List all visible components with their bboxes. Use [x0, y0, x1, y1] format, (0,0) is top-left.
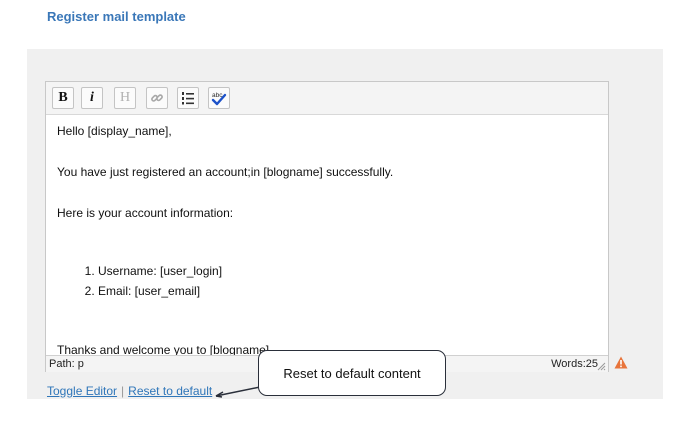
reset-to-default-link[interactable]: Reset to default	[128, 384, 212, 398]
callout-annotation: Reset to default content	[258, 350, 446, 396]
editor-toolbar: B i H abc	[46, 82, 608, 115]
element-path: Path: p	[49, 358, 84, 370]
list-item: Username: [user_login]	[98, 264, 222, 284]
heading-button[interactable]: H	[114, 87, 136, 109]
heading-icon: H	[119, 90, 131, 105]
italic-button[interactable]: i	[81, 87, 103, 109]
link-button[interactable]	[146, 87, 168, 109]
section-title: Register mail template	[47, 9, 186, 24]
editor-content[interactable]: Hello [display_name], You have just regi…	[46, 115, 608, 357]
info-line: Here is your account information:	[57, 206, 234, 220]
link-icon	[151, 94, 163, 102]
word-count: Words:25	[551, 358, 598, 370]
spellcheck-icon: abc	[211, 92, 227, 106]
account-info-list: Username: [user_login] Email: [user_emai…	[57, 264, 222, 304]
warning-icon	[614, 356, 628, 369]
link-separator: |	[121, 384, 125, 398]
callout-pointer	[215, 386, 261, 398]
resize-grip-icon[interactable]	[596, 361, 606, 371]
spellcheck-button[interactable]: abc	[208, 87, 230, 109]
bold-button[interactable]: B	[52, 87, 74, 109]
toggle-editor-link[interactable]: Toggle Editor	[47, 384, 117, 398]
bold-icon: B	[58, 90, 68, 105]
list-item: Email: [user_email]	[98, 284, 222, 304]
italic-icon: i	[90, 90, 94, 105]
rich-text-editor: B i H abc Hello [display_name], You have…	[45, 81, 609, 372]
registration-line: You have just registered an account;in […	[57, 165, 394, 179]
greeting-line: Hello [display_name],	[57, 124, 172, 138]
ordered-list-button[interactable]	[177, 87, 199, 109]
ordered-list-icon	[182, 92, 194, 105]
editor-links: Toggle Editor | Reset to default	[47, 384, 212, 398]
